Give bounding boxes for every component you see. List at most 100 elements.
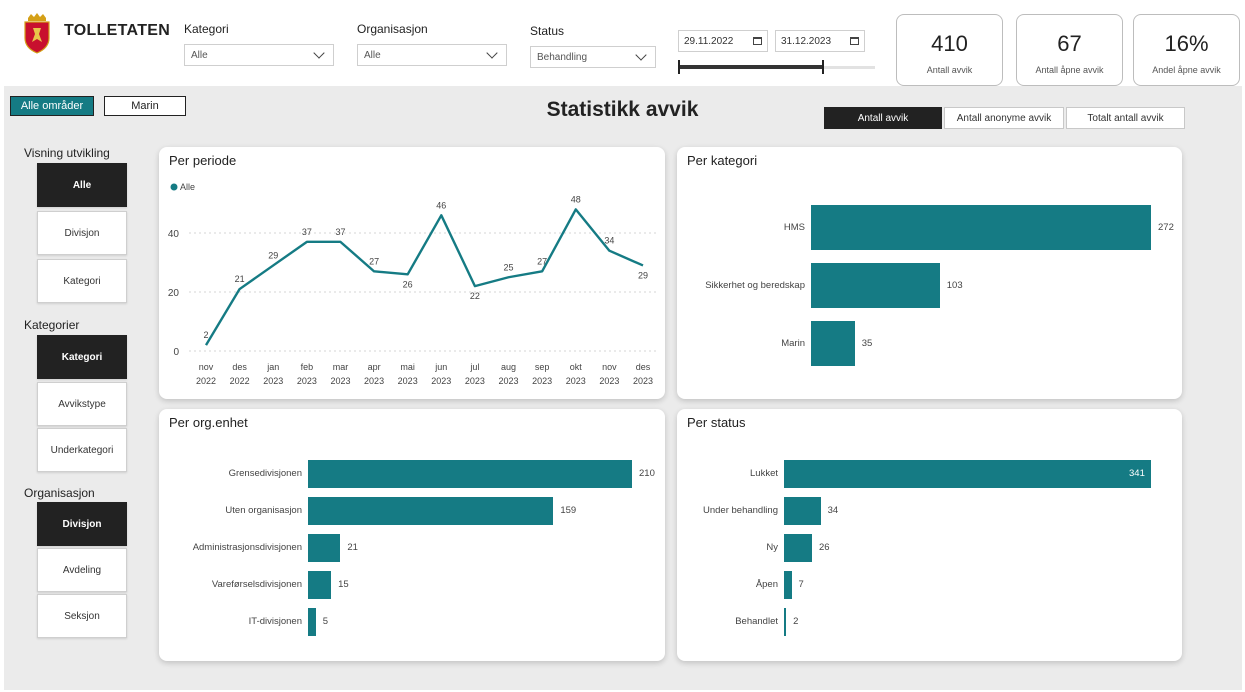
chevron-down-icon [635,48,647,61]
date-slider-range [680,65,824,69]
x-tick-label-year: 2023 [330,376,350,386]
kpi-label: Andel åpne avvik [1152,65,1221,75]
x-tick-label-month: nov [199,362,214,372]
kpi-value: 410 [931,31,968,56]
status-dropdown-value: Behandling [537,51,588,63]
bar[interactable] [811,205,1151,250]
sidebar-button-avdeling[interactable]: Avdeling [37,548,127,592]
filter-label-status: Status [530,24,565,38]
x-tick-label-year: 2023 [297,376,317,386]
bar-value-label: 272 [1158,221,1174,233]
bar[interactable] [308,571,332,599]
x-tick-label-month: apr [368,362,381,372]
bar-category-label: HMS [783,221,805,233]
bar[interactable] [784,534,812,562]
sidebar-button-divisjon[interactable]: Divisjon [37,211,127,255]
bar[interactable] [811,263,940,308]
bar[interactable] [308,608,316,636]
kpi-value: 67 [1057,31,1082,56]
date-slider-start-handle[interactable] [678,60,680,74]
chart-card-per-periode: Per periode Alle 0 20 40 2 21 29 37 37 27 26 46 22 25… [159,147,665,399]
x-tick-label-month: aug [501,362,516,372]
y-tick-label: 0 [173,347,179,358]
bar-value-label: 341 [1129,468,1145,479]
x-tick-label-month: des [636,362,651,372]
tolletaten-logo [24,13,50,54]
toggle-antall-avvik[interactable]: Antall avvik [824,107,942,129]
sidebar-button-kategori-level[interactable]: Kategori [37,335,127,379]
x-tick-label-year: 2023 [263,376,283,386]
bar-value-label: 21 [347,542,358,553]
data-label: 26 [403,279,413,289]
bar-category-label: IT-divisjonen [248,616,302,627]
bar[interactable] [308,460,632,488]
chart-card-per-kategori: Per kategori HMS 272 Sikkerhet og beredska… [677,147,1182,399]
bar-value-label: 15 [338,579,349,590]
chart-card-per-status: Per status Lukket 341 Under behandling 34 Ny… [677,409,1182,661]
bar[interactable] [784,571,792,599]
bar[interactable] [784,608,787,636]
bar[interactable] [811,321,855,366]
date-to-value: 31.12.2023 [781,35,832,47]
sidebar-button-avvikstype[interactable]: Avvikstype [37,382,127,426]
sidebar-button-underkategori[interactable]: Underkategori [37,428,127,472]
y-tick-label: 40 [168,229,180,240]
data-label: 2 [203,330,208,340]
filter-label-organisasjon: Organisasjon [357,22,428,36]
kpi-antall-avvik: 410 Antall avvik [896,14,1003,86]
sidebar-button-divisjon-org[interactable]: Divisjon [37,502,127,546]
data-label: 21 [235,274,245,284]
x-tick-label-year: 2023 [599,376,619,386]
status-dropdown[interactable]: Behandling [530,46,656,68]
data-label: 29 [268,250,278,260]
x-tick-label-year: 2022 [230,376,250,386]
date-to-input[interactable]: 31.12.2023 [775,30,865,52]
sidebar-label-organisasjon: Organisasjon [24,486,95,500]
bar-value-label: 103 [946,279,963,291]
brand-name: TOLLETATEN [64,22,171,39]
toggle-totalt-antall-avvik[interactable]: Totalt antall avvik [1066,107,1185,129]
bar-value-label: 35 [861,337,873,349]
toggle-antall-anonyme-avvik[interactable]: Antall anonyme avvik [944,107,1064,129]
bar-category-label: Sikkerhet og beredskap [705,279,805,291]
bar-category-label: Administrasjonsdivisjonen [192,542,302,553]
kategori-dropdown[interactable]: Alle [184,44,334,66]
y-tick-label: 20 [168,288,180,299]
bar[interactable] [308,497,554,525]
x-tick-label-year: 2023 [532,376,552,386]
calendar-icon [850,37,859,45]
bar[interactable] [784,497,821,525]
bar-category-label: Vareførselsdivisjonen [211,579,302,590]
date-from-input[interactable]: 29.11.2022 [678,30,768,52]
date-slider-end-handle[interactable] [822,60,824,74]
kpi-label: Antall åpne avvik [1035,65,1104,75]
sidebar-button-alle[interactable]: Alle [37,163,127,207]
organisasjon-dropdown[interactable]: Alle [357,44,507,66]
x-tick-label-year: 2023 [633,376,653,386]
filter-label-kategori: Kategori [184,22,229,36]
line-chart: Alle 0 20 40 2 21 29 37 37 27 26 46 22 25 27 48 34 29 nov 2… [168,182,657,386]
bar[interactable] [308,534,341,562]
chart-title: Per status [687,415,746,430]
sidebar-button-seksjon[interactable]: Seksjon [37,594,127,638]
legend-marker [170,183,178,191]
data-label: 27 [537,256,547,266]
bar[interactable] [784,460,1151,488]
x-tick-label-year: 2023 [431,376,451,386]
x-tick-label-month: jul [469,362,479,372]
bar-category-label: Behandlet [735,616,778,627]
organisasjon-dropdown-value: Alle [364,49,381,61]
kategori-dropdown-value: Alle [191,49,208,61]
chart-title: Per org.enhet [169,415,248,430]
data-label: 37 [335,227,345,237]
bar-value-label: 26 [818,542,830,553]
bar-value-label: 7 [798,579,804,590]
bar-category-label: Under behandling [702,505,778,516]
date-from-value: 29.11.2022 [684,35,734,47]
bar-category-label: Lukket [750,468,778,479]
x-tick-label-month: jun [434,362,447,372]
kpi-antall-apne-avvik: 67 Antall åpne avvik [1016,14,1123,86]
chart-title: Per kategori [687,153,758,168]
sidebar-button-kategori[interactable]: Kategori [37,259,127,303]
data-label: 48 [571,194,581,204]
